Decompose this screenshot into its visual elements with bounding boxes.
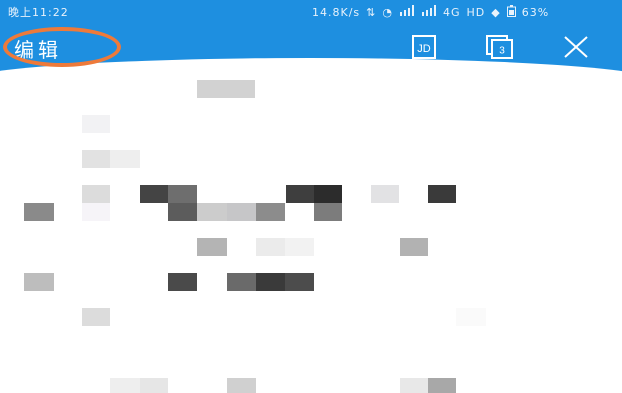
mosaic-block: [428, 378, 456, 393]
mosaic-block: [168, 185, 197, 203]
copy-icon[interactable]: 3: [485, 34, 513, 60]
mosaic-block: [400, 378, 428, 393]
mosaic-block: [24, 273, 54, 291]
mosaic-block: [168, 203, 197, 221]
jd-save-icon[interactable]: JD: [410, 34, 438, 60]
network-speed: 14.8K/s: [312, 5, 361, 19]
mosaic-block: [168, 273, 197, 291]
mosaic-block: [285, 238, 314, 256]
copy-count: 3: [499, 46, 505, 57]
mosaic-block: [82, 115, 110, 133]
mosaic-block: [110, 378, 140, 393]
mosaic-block: [227, 203, 256, 221]
signal-icon: [399, 5, 415, 19]
mosaic-block: [197, 238, 227, 256]
mosaic-block: [197, 203, 227, 221]
wifi-icon: ◆: [491, 5, 501, 19]
mosaic-block: [110, 150, 140, 168]
close-icon[interactable]: [562, 34, 590, 60]
mosaic-block: [227, 273, 256, 291]
mosaic-block: [197, 80, 255, 98]
mosaic-block: [256, 203, 285, 221]
mosaic-block: [227, 378, 256, 393]
mosaic-block: [285, 273, 314, 291]
mosaic-block: [456, 308, 486, 326]
battery-icon: [506, 4, 516, 20]
mosaic-block: [82, 150, 110, 168]
mosaic-block: [24, 203, 54, 221]
mosaic-block: [428, 185, 456, 203]
mosaic-block: [400, 238, 428, 256]
battery-percent: 63%: [521, 5, 550, 19]
mosaic-block: [82, 203, 110, 221]
mosaic-block: [371, 185, 399, 203]
svg-text:JD: JD: [417, 43, 431, 55]
data-arrows-icon: ⇅: [366, 5, 377, 19]
hd-label: HD: [466, 5, 486, 19]
mosaic-block: [256, 273, 285, 291]
mosaic-block: [82, 308, 110, 326]
mosaic-block: [82, 185, 110, 203]
mosaic-block: [140, 378, 168, 393]
mosaic-block: [140, 185, 168, 203]
mosaic-block: [314, 185, 342, 203]
signal-icon: [421, 5, 437, 19]
mosaic-block: [314, 203, 342, 221]
mosaic-block: [256, 238, 285, 256]
network-type: 4G: [442, 5, 461, 19]
status-indicators: 14.8K/s ⇅ ◔ 4G HD ◆ 63%: [312, 4, 549, 20]
title-highlight-circle: [3, 27, 121, 67]
mosaic-block: [286, 185, 314, 203]
alarm-icon: ◔: [382, 5, 393, 19]
status-time: 晚上11:22: [8, 6, 69, 19]
